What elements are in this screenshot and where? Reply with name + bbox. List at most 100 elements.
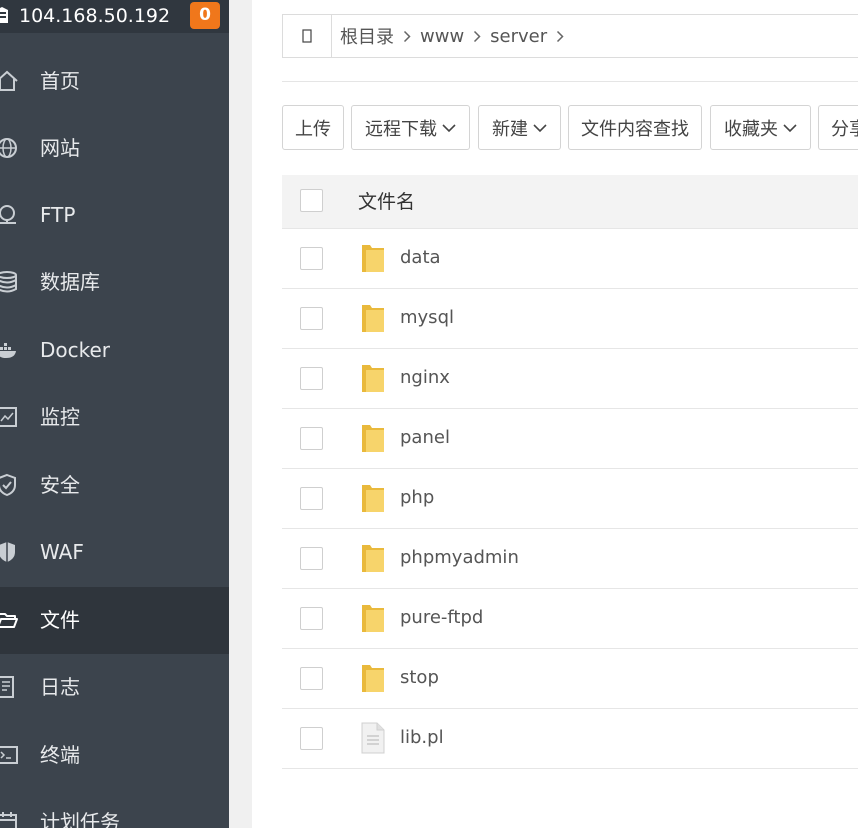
breadcrumb-item-server[interactable]: server — [490, 26, 547, 47]
new-button[interactable]: 新建 — [478, 105, 561, 150]
back-button[interactable] — [283, 15, 332, 57]
button-label: 新建 — [492, 118, 528, 140]
back-icon — [302, 29, 312, 43]
folder-icon — [362, 605, 384, 632]
file-name[interactable]: php — [400, 486, 434, 510]
button-label: 上传 — [295, 118, 331, 140]
file-name[interactable]: pure-ftpd — [400, 606, 483, 630]
row-checkbox[interactable] — [300, 727, 323, 750]
sidebar-item-files[interactable]: 文件 — [0, 587, 229, 654]
toolbar: 上传 远程下载 新建 文件内容查找 收藏夹 分享 — [282, 105, 858, 150]
breadcrumb-item-root[interactable]: 根目录 — [340, 23, 394, 49]
button-label: 文件内容查找 — [581, 118, 689, 140]
sidebar-item-logs[interactable]: 日志 — [0, 654, 229, 721]
server-icon — [0, 7, 8, 23]
row-checkbox[interactable] — [300, 547, 323, 570]
sidebar-item-monitor[interactable]: 监控 — [0, 384, 229, 451]
chevron-down-icon — [442, 123, 456, 132]
table-row[interactable]: mysql — [282, 289, 858, 349]
table-row[interactable]: pure-ftpd — [282, 589, 858, 649]
sidebar: 104.168.50.192 0 首页 网站 FTP 数据库 Docker 监控… — [0, 0, 229, 828]
database-icon — [0, 271, 17, 293]
monitor-icon — [0, 407, 17, 427]
divider — [282, 81, 858, 82]
server-header: 104.168.50.192 0 — [0, 0, 229, 33]
message-badge[interactable]: 0 — [190, 2, 220, 29]
row-checkbox[interactable] — [300, 307, 323, 330]
sidebar-item-label: 监控 — [40, 405, 80, 429]
sidebar-item-label: 终端 — [40, 743, 80, 767]
file-name[interactable]: phpmyadmin — [400, 546, 519, 570]
chevron-right-icon — [394, 15, 420, 57]
favorites-button[interactable]: 收藏夹 — [710, 105, 811, 150]
sidebar-item-label: 网站 — [40, 136, 80, 160]
sidebar-item-security[interactable]: 安全 — [0, 452, 229, 519]
button-label: 远程下载 — [365, 118, 437, 140]
select-all-checkbox[interactable] — [300, 189, 323, 212]
calendar-icon — [0, 812, 17, 828]
log-icon — [0, 676, 14, 698]
chevron-right-icon — [547, 15, 573, 57]
sidebar-item-docker[interactable]: Docker — [0, 317, 229, 384]
table-row[interactable]: stop — [282, 649, 858, 709]
table-header: 文件名 — [282, 175, 858, 229]
folder-icon — [362, 425, 384, 452]
folder-open-icon — [0, 613, 18, 628]
button-label: 分享 — [831, 118, 858, 140]
file-name[interactable]: stop — [400, 666, 439, 690]
breadcrumb-item-www[interactable]: www — [420, 26, 464, 47]
folder-icon — [362, 365, 384, 392]
table-row[interactable]: php — [282, 469, 858, 529]
row-checkbox[interactable] — [300, 487, 323, 510]
sidebar-item-label: 安全 — [40, 473, 80, 497]
table-row[interactable]: data — [282, 229, 858, 289]
button-label: 收藏夹 — [724, 118, 778, 140]
sidebar-item-waf[interactable]: WAF — [0, 519, 229, 586]
server-ip: 104.168.50.192 — [19, 5, 171, 27]
file-name[interactable]: panel — [400, 426, 450, 450]
row-checkbox[interactable] — [300, 367, 323, 390]
table-row[interactable]: phpmyadmin — [282, 529, 858, 589]
terminal-icon — [0, 746, 18, 764]
file-manager: 根目录 www server 上传 远程下载 新建 文件内容查找 收藏夹 分享 — [252, 0, 858, 828]
folder-icon — [362, 545, 384, 572]
row-checkbox[interactable] — [300, 607, 323, 630]
row-checkbox[interactable] — [300, 247, 323, 270]
file-name[interactable]: data — [400, 246, 441, 270]
table-row[interactable]: panel — [282, 409, 858, 469]
sidebar-item-label: Docker — [40, 338, 111, 362]
sidebar-item-label: FTP — [40, 203, 76, 227]
globe-icon — [0, 138, 17, 158]
sidebar-item-label: 日志 — [40, 675, 80, 699]
upload-button[interactable]: 上传 — [282, 105, 344, 150]
row-checkbox[interactable] — [300, 667, 323, 690]
ftp-icon — [0, 205, 16, 224]
sidebar-item-label: 计划任务 — [40, 810, 120, 828]
sidebar-item-ftp[interactable]: FTP — [0, 182, 229, 249]
chevron-down-icon — [783, 123, 797, 132]
sidebar-item-database[interactable]: 数据库 — [0, 249, 229, 316]
sidebar-item-label: WAF — [40, 540, 84, 564]
file-name[interactable]: nginx — [400, 366, 450, 390]
folder-icon — [362, 245, 384, 272]
row-checkbox[interactable] — [300, 427, 323, 450]
file-name[interactable]: lib.pl — [400, 726, 444, 750]
remote-download-button[interactable]: 远程下载 — [351, 105, 470, 150]
table-row[interactable]: nginx — [282, 349, 858, 409]
file-name[interactable]: mysql — [400, 306, 454, 330]
sidebar-item-label: 数据库 — [40, 270, 100, 294]
chevron-right-icon — [464, 15, 490, 57]
file-icon — [361, 722, 385, 754]
column-header-filename[interactable]: 文件名 — [358, 189, 415, 215]
folder-icon — [362, 305, 384, 332]
content-search-button[interactable]: 文件内容查找 — [568, 105, 702, 150]
share-button[interactable]: 分享 — [818, 105, 858, 150]
sidebar-item-website[interactable]: 网站 — [0, 115, 229, 182]
docker-icon — [0, 343, 16, 358]
waf-shield-icon — [0, 542, 15, 562]
table-row[interactable]: lib.pl — [282, 709, 858, 769]
sidebar-item-cron[interactable]: 计划任务 — [0, 789, 229, 828]
folder-icon — [362, 485, 384, 512]
sidebar-item-terminal[interactable]: 终端 — [0, 722, 229, 789]
sidebar-item-home[interactable]: 首页 — [0, 48, 229, 115]
